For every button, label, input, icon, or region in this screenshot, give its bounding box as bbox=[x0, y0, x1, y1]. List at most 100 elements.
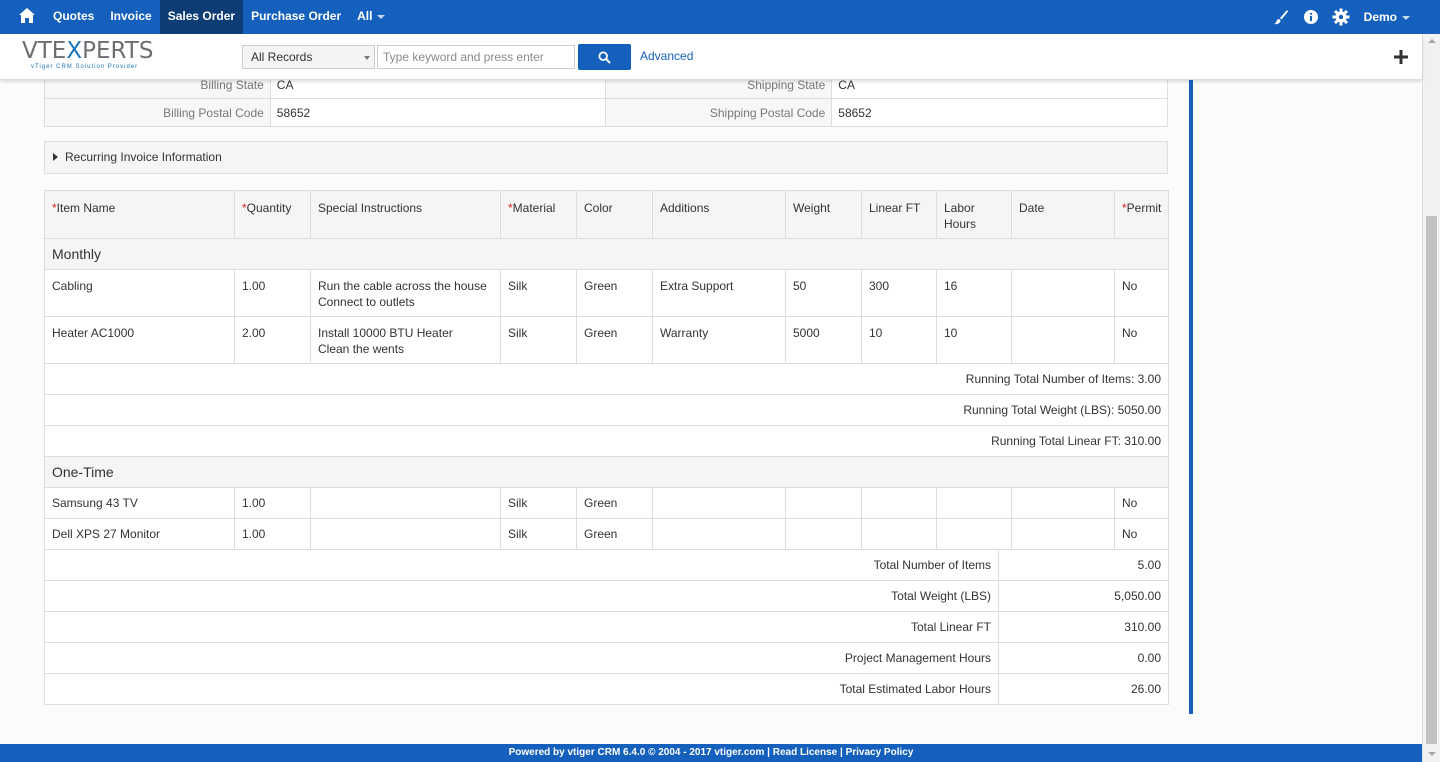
scroll-down-icon[interactable] bbox=[1428, 752, 1436, 756]
search-icon bbox=[598, 50, 611, 64]
scroll-up-icon[interactable] bbox=[1428, 39, 1436, 43]
table-cell: Cabling bbox=[44, 269, 235, 317]
chevron-down-icon bbox=[377, 14, 386, 19]
column-header-material: *Material bbox=[500, 190, 577, 239]
field-label: Shipping Postal Code bbox=[605, 98, 833, 127]
running-total-row: Running Total Weight (LBS): 5050.00 bbox=[44, 394, 1169, 426]
column-header-label: Labor Hours bbox=[944, 201, 977, 231]
total-label: Total Linear FT bbox=[44, 611, 999, 643]
table-cell: No bbox=[1114, 269, 1169, 317]
field-value: 58652 bbox=[831, 98, 1168, 127]
column-header-label: Quantity bbox=[246, 201, 292, 215]
table-cell bbox=[936, 487, 1012, 519]
table-cell: Extra Support bbox=[652, 269, 786, 317]
column-header-date: Date bbox=[1011, 190, 1115, 239]
table-cell: Heater AC1000 bbox=[44, 316, 235, 364]
gear-icon[interactable] bbox=[1326, 0, 1356, 34]
table-cell bbox=[785, 518, 862, 550]
records-filter-select[interactable]: All Records bbox=[242, 45, 375, 69]
column-header-additions: Additions bbox=[652, 190, 786, 239]
search-button[interactable] bbox=[578, 44, 631, 70]
nav-item-invoice[interactable]: Invoice bbox=[102, 0, 159, 34]
total-value: 5.00 bbox=[998, 549, 1169, 581]
advanced-search-link[interactable]: Advanced bbox=[640, 49, 693, 63]
nav-item-purchase-order[interactable]: Purchase Order bbox=[243, 0, 349, 34]
table-cell bbox=[1011, 518, 1115, 550]
column-header-quantity: *Quantity bbox=[234, 190, 311, 239]
table-cell: No bbox=[1114, 487, 1169, 519]
table-cell: 1.00 bbox=[234, 487, 311, 519]
paint-brush-icon[interactable] bbox=[1266, 0, 1296, 34]
user-menu[interactable]: Demo bbox=[1356, 10, 1440, 24]
table-cell: No bbox=[1114, 316, 1169, 364]
search-bar: VTEXPERTS vTiger CRM Solution Provider A… bbox=[0, 34, 1422, 80]
caret-right-icon bbox=[53, 152, 58, 161]
table-cell: Run the cable across the house Connect to… bbox=[310, 269, 501, 317]
table-cell: Silk bbox=[500, 269, 577, 317]
table-cell: Silk bbox=[500, 518, 577, 550]
table-cell bbox=[1011, 269, 1115, 317]
table-cell: 1.00 bbox=[234, 269, 311, 317]
table-cell: Green bbox=[576, 487, 653, 519]
total-row: Total Estimated Labor Hours 26.00 bbox=[44, 673, 1169, 705]
total-value: 0.00 bbox=[998, 642, 1169, 674]
column-header-linear-ft: Linear FT bbox=[861, 190, 937, 239]
column-header-special-instructions: Special Instructions bbox=[310, 190, 501, 239]
table-cell: Silk bbox=[500, 316, 577, 364]
running-total: Running Total Weight (LBS): 5050.00 bbox=[44, 394, 1169, 426]
total-value: 26.00 bbox=[998, 673, 1169, 705]
nav-item-label: Purchase Order bbox=[251, 9, 342, 23]
info-icon[interactable] bbox=[1296, 0, 1326, 34]
chevron-down-icon bbox=[364, 56, 370, 60]
group-name: One-Time bbox=[44, 456, 1169, 488]
running-total: Running Total Linear FT: 310.00 bbox=[44, 425, 1169, 457]
table-cell: Green bbox=[576, 269, 653, 317]
nav-item-all[interactable]: All bbox=[349, 0, 393, 34]
table-cell bbox=[1011, 316, 1115, 364]
company-logo[interactable]: VTEXPERTS vTiger CRM Solution Provider bbox=[22, 39, 182, 75]
table-cell: Install 10000 BTU Heater Clean the wents bbox=[310, 316, 501, 364]
footer: Powered by vtiger CRM 6.4.0 © 2004 - 201… bbox=[0, 744, 1422, 762]
vertical-scrollbar[interactable] bbox=[1422, 34, 1440, 762]
total-row: Project Management Hours 0.00 bbox=[44, 642, 1169, 674]
module-menu: Quotes Invoice Sales Order Purchase Order Al… bbox=[45, 0, 393, 34]
nav-item-sales-order[interactable]: Sales Order bbox=[159, 0, 244, 34]
column-header-label: Permit bbox=[1126, 201, 1162, 215]
search-input[interactable] bbox=[377, 45, 575, 69]
table-cell bbox=[936, 518, 1012, 550]
top-navbar: Quotes Invoice Sales Order Purchase Order Al… bbox=[0, 0, 1440, 34]
nav-item-label: All bbox=[357, 9, 373, 23]
table-cell bbox=[785, 487, 862, 519]
column-header-label: Linear FT bbox=[869, 201, 921, 215]
recurring-invoice-section-toggle[interactable]: Recurring Invoice Information bbox=[44, 141, 1168, 174]
total-row: Total Linear FT 310.00 bbox=[44, 611, 1169, 643]
nav-item-label: Quotes bbox=[53, 9, 95, 23]
table-cell: 5000 bbox=[785, 316, 862, 364]
running-total: Running Total Number of Items: 3.00 bbox=[44, 363, 1169, 395]
column-header-label: Item Name bbox=[56, 201, 116, 215]
running-total-row: Running Total Linear FT: 310.00 bbox=[44, 425, 1169, 457]
table-cell: Dell XPS 27 Monitor bbox=[44, 518, 235, 550]
column-header-permit: *Permit bbox=[1114, 190, 1169, 239]
nav-item-label: Sales Order bbox=[167, 9, 236, 23]
field-label: Billing Postal Code bbox=[44, 98, 271, 127]
table-cell bbox=[310, 518, 501, 550]
scrollbar-thumb[interactable] bbox=[1426, 216, 1437, 744]
table-cell: 2.00 bbox=[234, 316, 311, 364]
table-cell: 1.00 bbox=[234, 518, 311, 550]
nav-item-quotes[interactable]: Quotes bbox=[45, 0, 102, 34]
total-value: 310.00 bbox=[998, 611, 1169, 643]
field-value: 58652 bbox=[269, 98, 607, 127]
group-row: Monthly bbox=[44, 238, 1169, 270]
table-row: Cabling 1.00 Run the cable across the hous… bbox=[44, 269, 1169, 317]
column-header-labor-hours: Labor Hours bbox=[936, 190, 1012, 239]
line-items-table: *Item Name *Quantity Special Instructions *… bbox=[44, 190, 1169, 550]
home-icon[interactable] bbox=[16, 6, 38, 26]
table-cell: Warranty bbox=[652, 316, 786, 364]
table-row: Dell XPS 27 Monitor 1.00 Silk Green No bbox=[44, 518, 1169, 550]
total-row: Total Number of Items 5.00 bbox=[44, 549, 1169, 581]
logo-tagline: vTiger CRM Solution Provider bbox=[31, 64, 139, 70]
column-header-label: Additions bbox=[660, 201, 710, 215]
plus-icon[interactable] bbox=[1392, 48, 1410, 66]
column-header-color: Color bbox=[576, 190, 653, 239]
